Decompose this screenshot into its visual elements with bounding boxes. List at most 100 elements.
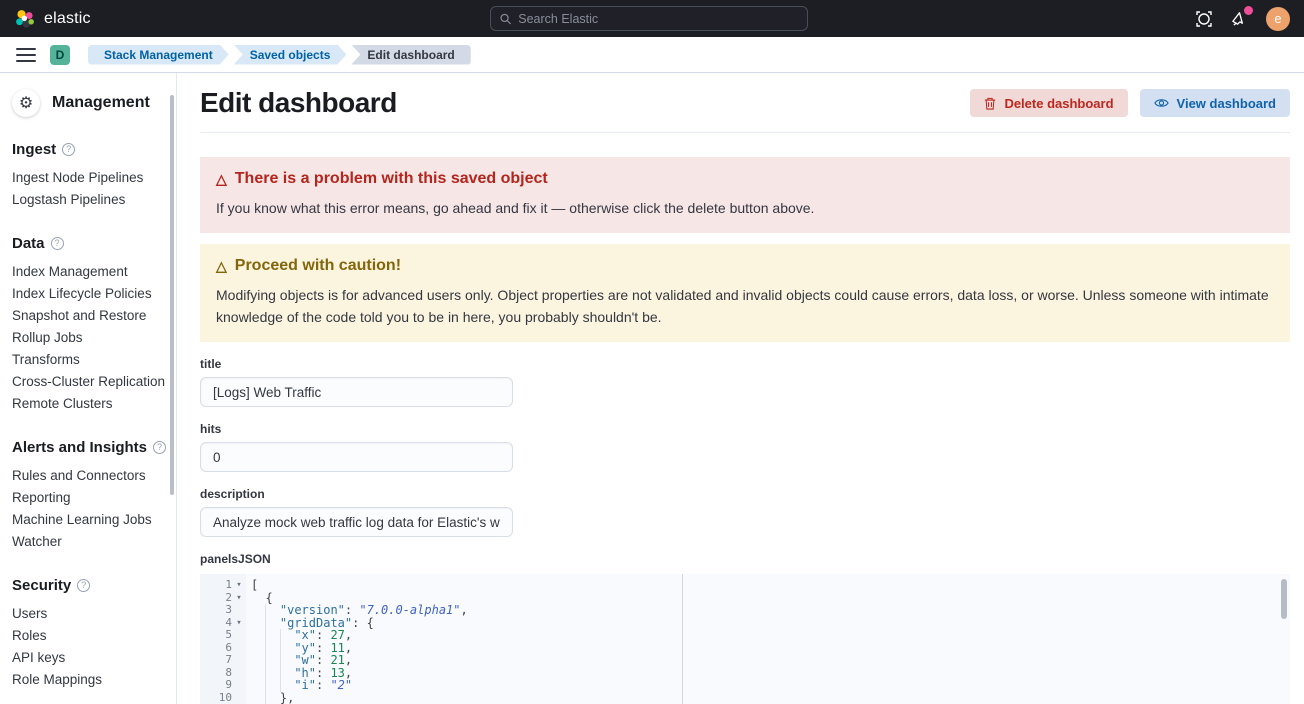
token: [	[251, 578, 258, 592]
sidebar-item-watcher[interactable]: Watcher	[12, 531, 176, 553]
panelsjson-label: panelsJSON	[200, 552, 1290, 566]
space-badge[interactable]: D	[50, 45, 70, 65]
logo-text: elastic	[44, 10, 91, 28]
field-input-hits[interactable]	[200, 442, 513, 472]
token: {	[367, 616, 374, 630]
code-line: 5"x": 27,	[200, 629, 1290, 642]
sidebar-item-rollup-jobs[interactable]: Rollup Jobs	[12, 327, 176, 349]
global-search[interactable]	[490, 6, 808, 31]
user-avatar[interactable]: e	[1266, 7, 1290, 31]
fold-arrow-icon[interactable]: ▾	[232, 592, 246, 605]
sidebar-item-index-lifecycle-policies[interactable]: Index Lifecycle Policies	[12, 283, 176, 305]
error-callout-title: There is a problem with this saved objec…	[235, 170, 548, 188]
fold-spacer	[232, 692, 246, 704]
line-number: 5	[200, 629, 232, 642]
indent-guide	[251, 604, 265, 617]
error-callout: △ There is a problem with this saved obj…	[200, 157, 1290, 233]
indent-guide	[265, 629, 279, 642]
indent-guide	[251, 617, 265, 630]
indent-guide	[265, 642, 279, 655]
code-line: 7"w": 21,	[200, 654, 1290, 667]
sidebar-item-ingest-node-pipelines[interactable]: Ingest Node Pipelines	[12, 167, 176, 189]
code-line: 1▾ [	[200, 579, 1290, 592]
sidebar-title: Management	[52, 94, 150, 112]
question-circle-icon: ?	[51, 237, 64, 250]
gutter-cell: 2▾	[200, 592, 246, 605]
token: :	[316, 678, 330, 692]
sidebar-item-cross-cluster-replication[interactable]: Cross-Cluster Replication	[12, 371, 176, 393]
token: ,	[461, 603, 468, 617]
management-sidebar: ⚙ Management Ingest?Ingest Node Pipeline…	[0, 73, 177, 704]
gutter-cell: 1▾	[200, 579, 246, 592]
caution-callout: △ Proceed with caution! Modifying object…	[200, 244, 1290, 342]
indent-guide	[280, 629, 294, 642]
warning-icon: △	[216, 258, 227, 275]
sidebar-scrollbar[interactable]	[170, 95, 174, 495]
sidebar-item-users[interactable]: Users	[12, 603, 176, 625]
view-dashboard-button[interactable]: View dashboard	[1140, 89, 1290, 117]
sidebar-item-snapshot-and-restore[interactable]: Snapshot and Restore	[12, 305, 176, 327]
sidebar-item-rules-and-connectors[interactable]: Rules and Connectors	[12, 465, 176, 487]
gutter-cell: 5	[200, 629, 246, 642]
editor-scrollbar[interactable]	[1281, 579, 1287, 619]
indent-guide	[265, 604, 279, 617]
sidebar-item-reporting[interactable]: Reporting	[12, 487, 176, 509]
field-input-title[interactable]	[200, 377, 513, 407]
breadcrumb-saved-objects[interactable]: Saved objects	[234, 45, 347, 65]
delete-dashboard-button[interactable]: Delete dashboard	[970, 89, 1127, 117]
search-input[interactable]	[518, 12, 798, 26]
newsfeed-icon[interactable]	[1230, 9, 1250, 29]
top-nav-bar: elastic e	[0, 0, 1304, 37]
caution-callout-title: Proceed with caution!	[235, 257, 401, 275]
field-label-title: title	[200, 357, 1290, 371]
indent-guide	[251, 654, 265, 667]
line-number: 1	[200, 579, 232, 592]
sidebar-item-remote-clusters[interactable]: Remote Clusters	[12, 393, 176, 415]
fold-arrow-icon[interactable]: ▾	[232, 617, 246, 630]
gutter-cell: 7	[200, 654, 246, 667]
sidebar-item-index-management[interactable]: Index Management	[12, 261, 176, 283]
indent-guide	[265, 667, 279, 680]
fold-spacer	[232, 679, 246, 692]
token: {	[265, 591, 272, 605]
breadcrumb-stack-management[interactable]: Stack Management	[88, 45, 229, 65]
code-line: 6"y": 11,	[200, 642, 1290, 655]
fold-spacer	[232, 642, 246, 655]
sidebar-item-api-keys[interactable]: API keys	[12, 647, 176, 669]
indent-guide	[265, 654, 279, 667]
field-input-description[interactable]	[200, 507, 513, 537]
fold-arrow-icon[interactable]: ▾	[232, 579, 246, 592]
menu-icon[interactable]	[16, 48, 36, 62]
line-number: 3	[200, 604, 232, 617]
code-text: [	[246, 579, 258, 592]
section-label: Alerts and Insights	[12, 439, 147, 456]
elastic-logo-icon	[14, 8, 36, 30]
main-content: Edit dashboard Delete dashboard View	[177, 73, 1304, 704]
line-number: 9	[200, 679, 232, 692]
question-circle-icon: ?	[153, 441, 166, 454]
question-circle-icon: ?	[77, 579, 90, 592]
token: "i"	[294, 678, 316, 692]
sidebar-item-transforms[interactable]: Transforms	[12, 349, 176, 371]
elastic-logo[interactable]: elastic	[14, 8, 91, 30]
code-line: 8"h": 13,	[200, 667, 1290, 680]
indent-guide	[251, 629, 265, 642]
indent-guide	[251, 679, 265, 692]
sidebar-item-machine-learning-jobs[interactable]: Machine Learning Jobs	[12, 509, 176, 531]
sidebar-item-roles[interactable]: Roles	[12, 625, 176, 647]
token: "2"	[330, 678, 352, 692]
sidebar-section-ingest: Ingest?	[12, 141, 176, 158]
section-label: Ingest	[12, 141, 56, 158]
sidebar-section-security: Security?	[12, 577, 176, 594]
help-icon[interactable]	[1194, 9, 1214, 29]
breadcrumb: Stack ManagementSaved objectsEdit dashbo…	[88, 45, 476, 65]
panelsjson-code-editor[interactable]: 1▾[2▾{3"version": "7.0.0-alpha1",4▾"grid…	[200, 574, 1290, 704]
page-title: Edit dashboard	[200, 87, 397, 119]
sidebar-item-role-mappings[interactable]: Role Mappings	[12, 669, 176, 691]
line-number: 7	[200, 654, 232, 667]
indent-guide	[280, 667, 294, 680]
eye-icon	[1154, 97, 1169, 109]
indent-guide	[251, 692, 265, 704]
token: "7.0.0-alpha1"	[359, 603, 460, 617]
sidebar-item-logstash-pipelines[interactable]: Logstash Pipelines	[12, 189, 176, 211]
